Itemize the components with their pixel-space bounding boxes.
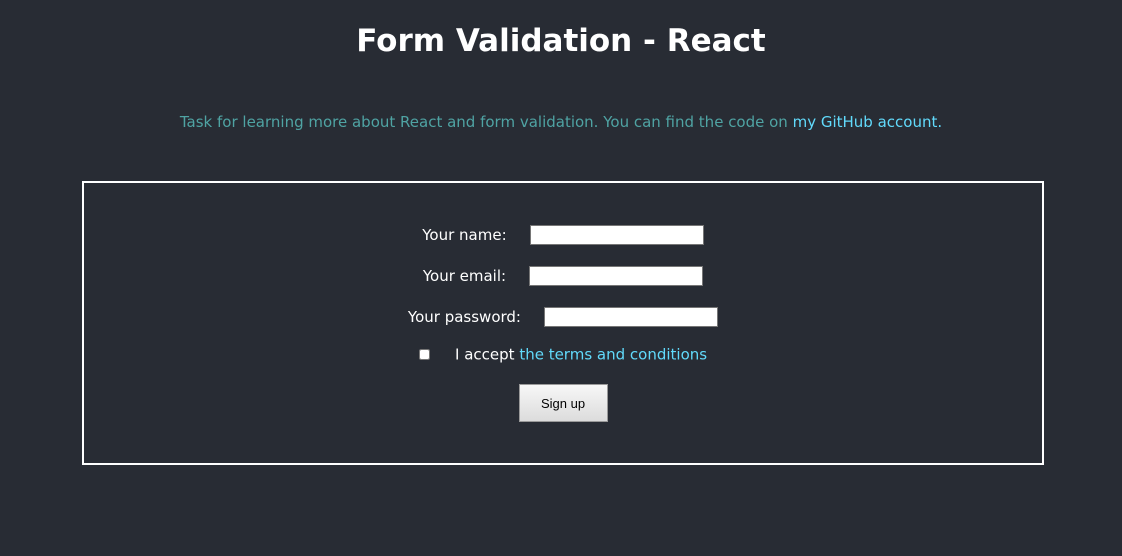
password-label: Your password: [407, 307, 521, 326]
email-label: Your email: [422, 266, 507, 285]
password-row: Your password: [84, 305, 1042, 327]
submit-row: Sign up [84, 384, 1042, 424]
terms-label: I accept [455, 345, 520, 364]
name-input[interactable] [529, 224, 704, 245]
terms-row: I accept the terms and conditions [84, 343, 1042, 365]
terms-link[interactable]: the terms and conditions [519, 346, 707, 364]
terms-checkbox[interactable] [418, 349, 430, 360]
name-row: Your name: [84, 223, 1042, 245]
email-input[interactable] [529, 265, 704, 286]
name-label: Your name: [422, 225, 507, 244]
github-link[interactable]: my GitHub account. [793, 113, 943, 131]
signup-button[interactable]: Sign up [518, 384, 608, 422]
signup-form: Your name: Your email: Your password: I … [82, 181, 1044, 465]
intro-text: Task for learning more about React and f… [0, 112, 1122, 132]
page-title: Form Validation - React [356, 23, 766, 59]
intro-description: Task for learning more about React and f… [179, 113, 793, 131]
password-input[interactable] [544, 306, 719, 327]
email-row: Your email: [84, 264, 1042, 286]
